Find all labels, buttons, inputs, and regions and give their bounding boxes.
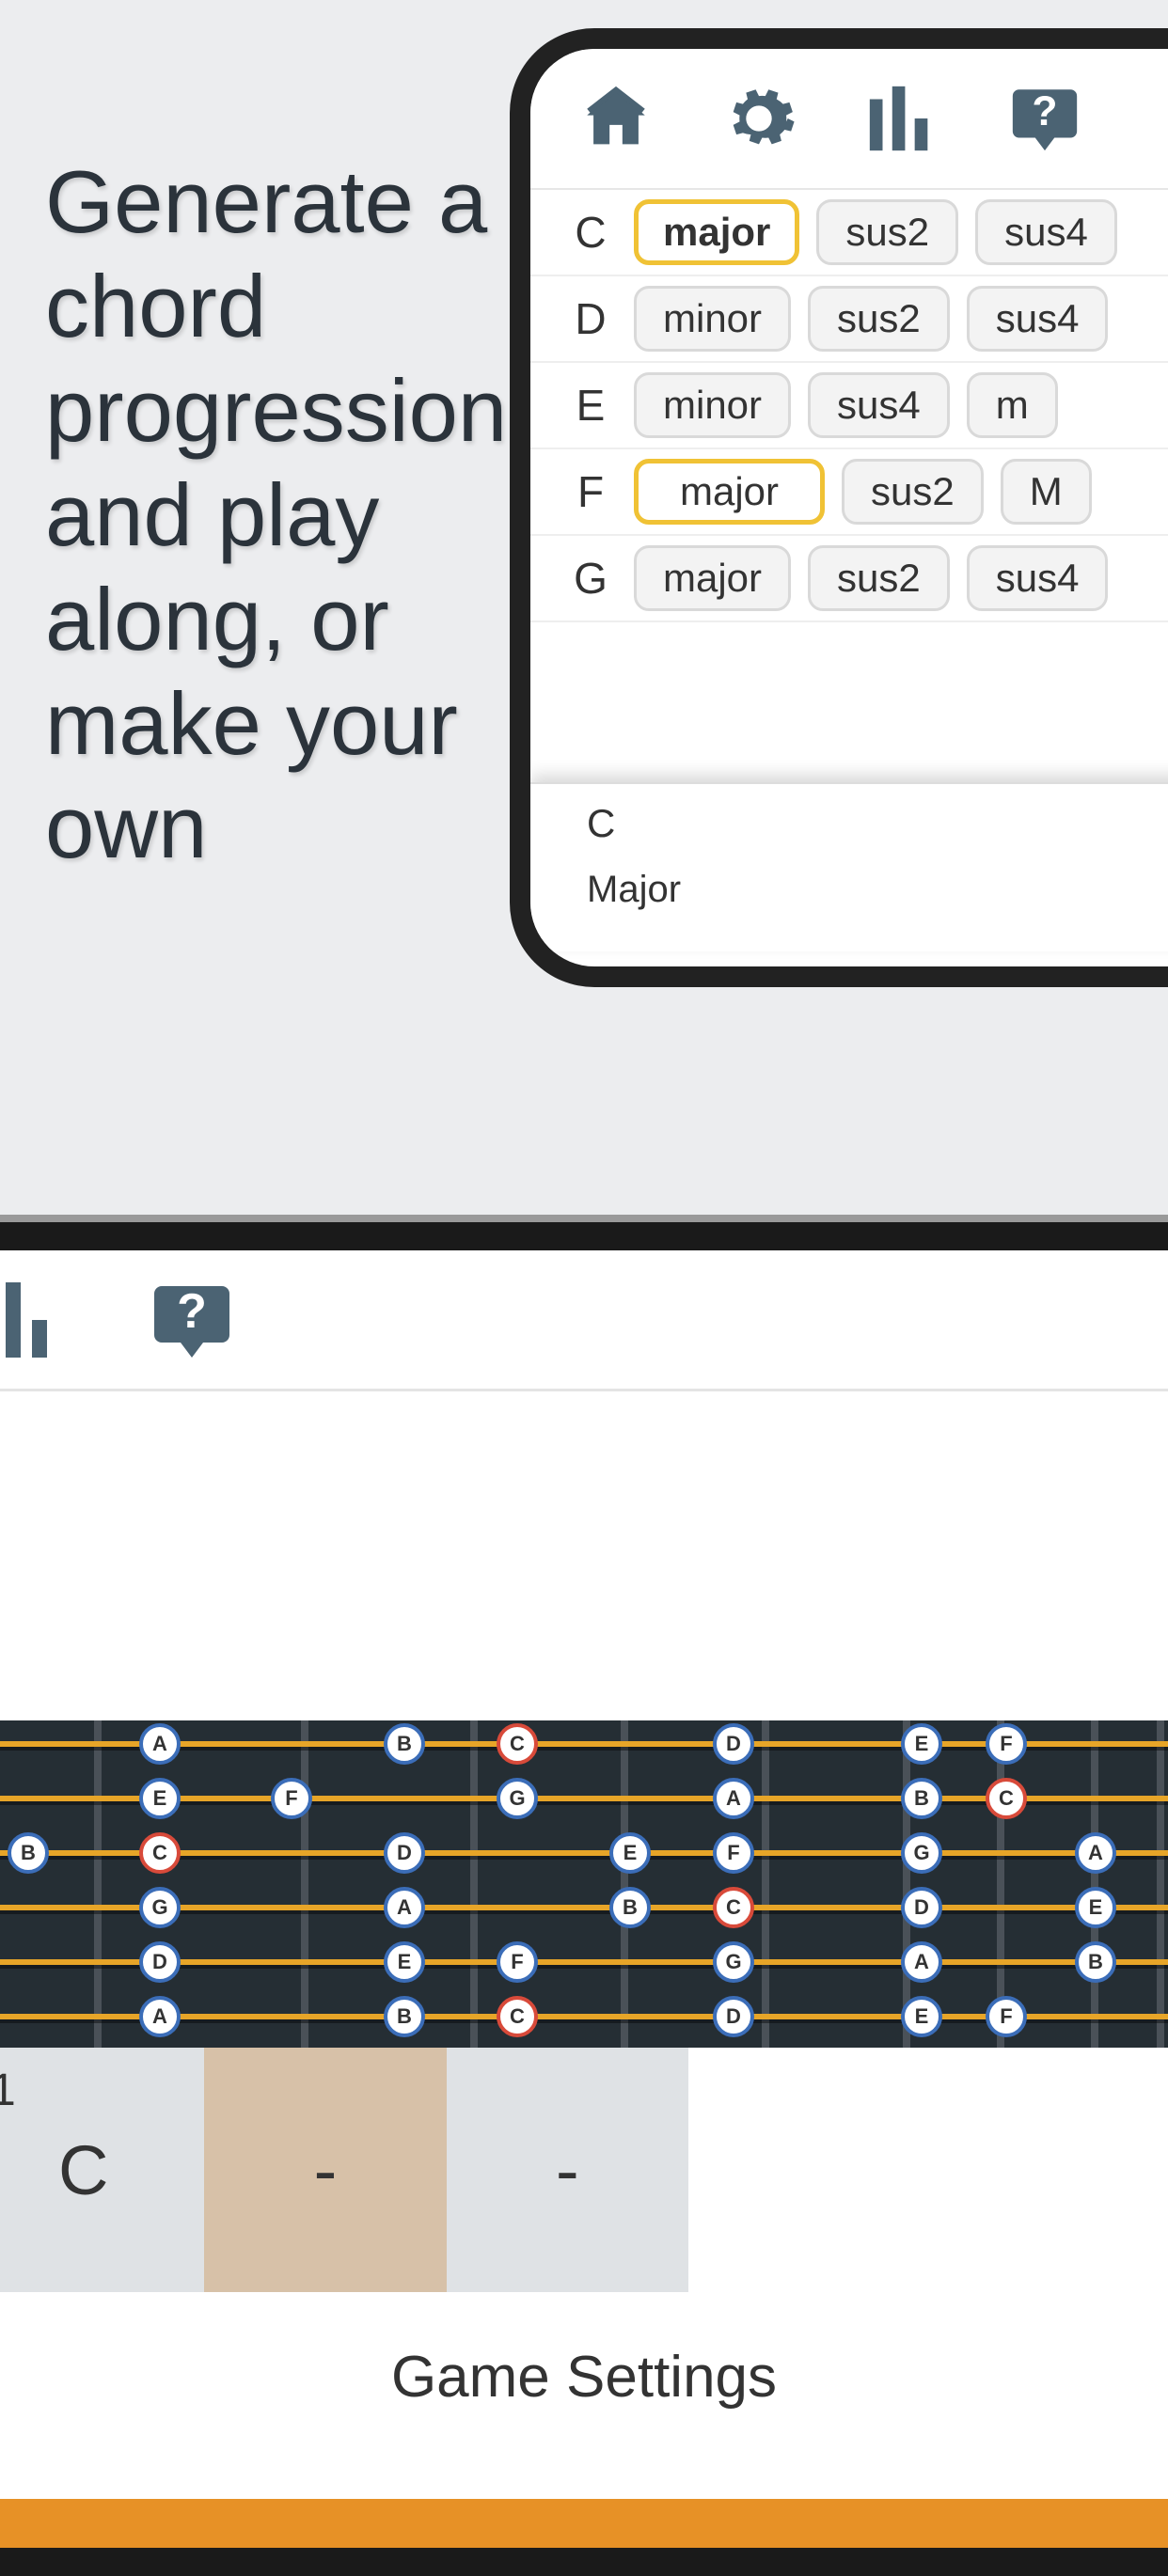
- fret-note[interactable]: B: [1075, 1941, 1116, 1983]
- fret-wire: [621, 1720, 628, 2048]
- stats-icon[interactable]: [0, 1275, 62, 1365]
- progression-cell[interactable]: C: [0, 2048, 204, 2292]
- home-icon[interactable]: [577, 80, 655, 157]
- chord-chip[interactable]: minor: [634, 372, 791, 438]
- footer-root: C: [587, 801, 1130, 846]
- fret-note[interactable]: C: [713, 1887, 754, 1928]
- fret-note[interactable]: B: [384, 1723, 425, 1765]
- toolbar: ?: [0, 1250, 1168, 1391]
- fret-note[interactable]: B: [901, 1778, 942, 1819]
- fret-note[interactable]: A: [713, 1778, 754, 1819]
- chord-chip[interactable]: major: [634, 459, 825, 525]
- chord-root: F: [564, 466, 617, 517]
- chord-row: Eminor sus4 m: [530, 363, 1168, 449]
- chord-chip[interactable]: sus2: [808, 286, 950, 352]
- fret-note[interactable]: E: [1075, 1887, 1116, 1928]
- svg-text:?: ?: [1032, 88, 1057, 134]
- fret-note[interactable]: G: [497, 1778, 538, 1819]
- fret-note[interactable]: G: [139, 1887, 181, 1928]
- help-icon[interactable]: ?: [147, 1275, 237, 1365]
- fret-note[interactable]: F: [713, 1832, 754, 1874]
- fret-note[interactable]: B: [384, 1996, 425, 2037]
- fret-note[interactable]: D: [384, 1832, 425, 1874]
- chord-chip[interactable]: sus2: [816, 199, 958, 265]
- stats-icon[interactable]: [863, 80, 940, 157]
- chord-chip[interactable]: sus2: [808, 545, 950, 611]
- fret-note[interactable]: F: [986, 1723, 1027, 1765]
- chord-chip[interactable]: sus4: [808, 372, 950, 438]
- chord-list: Cmajorsus2sus4Dminorsus2sus4Eminorsus4mF…: [530, 190, 1168, 622]
- fret-wire: [1157, 1720, 1164, 2048]
- fret-note[interactable]: F: [271, 1778, 312, 1819]
- chord-chip[interactable]: major: [634, 545, 791, 611]
- svg-text:?: ?: [177, 1284, 207, 1339]
- phone-mock-top: ? Cmajorsus2sus4Dminorsus2sus4Eminorsus4…: [510, 28, 1168, 987]
- chord-chip[interactable]: major: [634, 199, 799, 265]
- fret-note[interactable]: A: [384, 1887, 425, 1928]
- chord-chip[interactable]: sus4: [975, 199, 1117, 265]
- fret-wire: [94, 1720, 102, 2048]
- chord-chip[interactable]: sus2: [842, 459, 984, 525]
- fret-note[interactable]: C: [497, 1996, 538, 2037]
- fret-wire: [1091, 1720, 1098, 2048]
- fret-note[interactable]: D: [713, 1996, 754, 2037]
- chord-chip[interactable]: sus4: [967, 286, 1109, 352]
- chord-root: D: [564, 293, 617, 344]
- progression-cell[interactable]: -: [447, 2048, 688, 2292]
- fret-note[interactable]: E: [139, 1778, 181, 1819]
- help-icon[interactable]: ?: [1006, 80, 1083, 157]
- fret-wire: [762, 1720, 769, 2048]
- chord-row: Fmajor sus2 M: [530, 449, 1168, 536]
- game-settings-button[interactable]: Game Settings: [0, 2292, 1168, 2461]
- phone-mock-bottom: ? BAECGDAFBDAEBCGFCEBDAFCGDEBGDAEFCFAEB …: [0, 1222, 1168, 2576]
- fret-note[interactable]: G: [713, 1941, 754, 1983]
- fret-note[interactable]: B: [609, 1887, 651, 1928]
- fret-note[interactable]: C: [497, 1723, 538, 1765]
- fret-note[interactable]: F: [986, 1996, 1027, 2037]
- chord-chip[interactable]: m: [967, 372, 1058, 438]
- progression-cell[interactable]: -: [204, 2048, 446, 2292]
- chord-row: Dminor sus2 sus4: [530, 276, 1168, 363]
- fret-note[interactable]: A: [139, 1996, 181, 2037]
- fret-note[interactable]: E: [384, 1941, 425, 1983]
- chord-chip[interactable]: sus4: [967, 545, 1109, 611]
- fret-note[interactable]: E: [901, 1996, 942, 2037]
- fret-note[interactable]: C: [139, 1832, 181, 1874]
- chord-root: E: [564, 380, 617, 431]
- gear-icon[interactable]: [720, 80, 797, 157]
- chord-row: Cmajor sus2 sus4: [530, 190, 1168, 276]
- footer-quality: Major: [587, 869, 1130, 911]
- chord-chip[interactable]: minor: [634, 286, 791, 352]
- chord-row: Gmajor sus2 sus4: [530, 536, 1168, 622]
- progression-bar: 1 C--: [0, 2048, 688, 2292]
- toolbar: ?: [530, 49, 1168, 190]
- fret-note[interactable]: B: [8, 1832, 49, 1874]
- fret-note[interactable]: A: [1075, 1832, 1116, 1874]
- fret-wire: [470, 1720, 478, 2048]
- fretboard[interactable]: BAECGDAFBDAEBCGFCEBDAFCGDEBGDAEFCFAEB: [0, 1720, 1168, 2048]
- fret-note[interactable]: F: [497, 1941, 538, 1983]
- fret-note[interactable]: E: [901, 1723, 942, 1765]
- fret-note[interactable]: E: [609, 1832, 651, 1874]
- marketing-headline: Generate a chord progression and play al…: [45, 150, 572, 880]
- fret-note[interactable]: A: [901, 1941, 942, 1983]
- fret-wire: [301, 1720, 308, 2048]
- fret-note[interactable]: D: [901, 1887, 942, 1928]
- fret-note[interactable]: G: [901, 1832, 942, 1874]
- orange-strip: [0, 2499, 1168, 2576]
- chord-chip[interactable]: M: [1001, 459, 1092, 525]
- chord-root: G: [564, 553, 617, 604]
- fret-note[interactable]: A: [139, 1723, 181, 1765]
- fret-note[interactable]: D: [139, 1941, 181, 1983]
- selected-chord-footer: C Major: [530, 782, 1168, 951]
- fret-note[interactable]: D: [713, 1723, 754, 1765]
- fret-note[interactable]: C: [986, 1778, 1027, 1819]
- chord-root: C: [564, 207, 617, 258]
